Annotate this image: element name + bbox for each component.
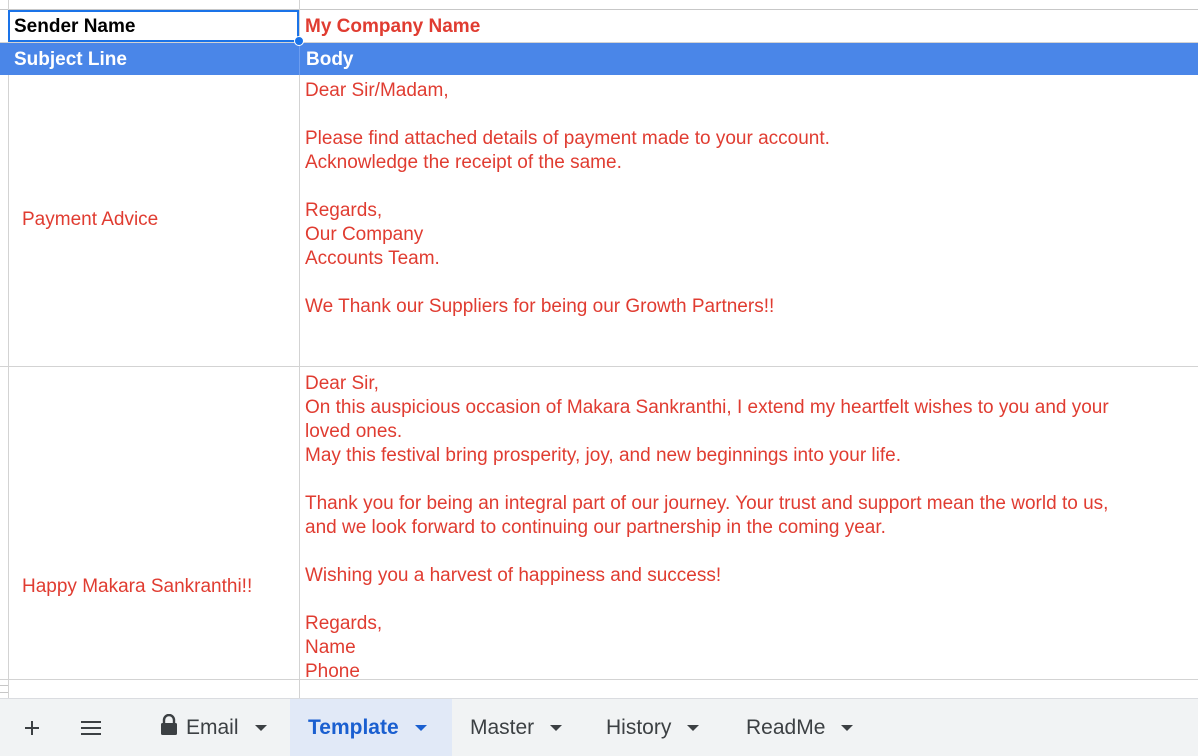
chevron-down-icon[interactable]: [550, 724, 563, 731]
spreadsheet-grid: Sender Name My Company Name Subject Line…: [0, 0, 1198, 698]
body-line: Regards,: [305, 200, 383, 221]
body-header: Body: [306, 49, 354, 70]
lock-icon: [160, 713, 178, 742]
subject-line-header-cell[interactable]: Subject Line: [8, 43, 299, 75]
body-line: Phone: [305, 661, 360, 682]
tab-label: Email: [186, 715, 239, 739]
tab-label: Template: [308, 715, 399, 739]
body-line: Wishing you a harvest of happiness and s…: [305, 565, 722, 586]
chevron-down-icon[interactable]: [414, 724, 427, 731]
gutter-tick: [0, 692, 8, 693]
body-line: May this festival bring prosperity, joy,…: [305, 445, 901, 466]
sender-value: My Company Name: [305, 16, 481, 37]
column-header-strip: [0, 0, 1198, 10]
chevron-down-icon[interactable]: [841, 724, 854, 731]
subject-line-header: Subject Line: [14, 49, 127, 70]
sender-value-cell[interactable]: My Company Name: [299, 10, 1198, 42]
body-text: Dear Sir, On this auspicious occasion of…: [305, 372, 1185, 684]
all-sheets-button[interactable]: [72, 699, 110, 756]
body-line: [305, 103, 1185, 127]
subject-cell[interactable]: Payment Advice: [8, 75, 299, 366]
subject-text: Happy Makara Sankranthi!!: [22, 576, 253, 597]
table-row: Payment Advice Dear Sir/Madam, Please fi…: [0, 75, 1198, 367]
gutter-tick: [0, 685, 8, 686]
sender-label: Sender Name: [14, 16, 136, 37]
body-line: Accounts Team.: [305, 248, 440, 269]
subject-cell[interactable]: Happy Makara Sankranthi!!: [8, 367, 299, 679]
body-line: Our Company: [305, 224, 424, 245]
tab-template[interactable]: Template: [290, 699, 452, 756]
tab-master[interactable]: Master: [456, 699, 590, 756]
sender-row: Sender Name My Company Name: [0, 10, 1198, 43]
body-line: Acknowledge the receipt of the same.: [305, 152, 622, 173]
body-line: [305, 175, 1185, 199]
columns-header-row: Subject Line Body: [0, 43, 1198, 75]
tab-readme[interactable]: ReadMe: [732, 699, 872, 756]
table-row: Happy Makara Sankranthi!! Dear Sir, On t…: [0, 367, 1198, 682]
tab-label: History: [606, 715, 672, 739]
tab-label: ReadMe: [746, 715, 826, 739]
body-line: [305, 468, 1185, 492]
body-line: loved ones.: [305, 421, 403, 442]
body-line: Regards,: [305, 613, 383, 634]
tab-email[interactable]: Email: [146, 699, 288, 756]
tab-history[interactable]: History: [592, 699, 728, 756]
body-line: Thank you for being an integral part of …: [305, 493, 1109, 514]
chevron-down-icon[interactable]: [687, 724, 700, 731]
body-line: Dear Sir,: [305, 373, 379, 394]
chevron-down-icon[interactable]: [254, 724, 267, 731]
sheet-tab-bar: Email Template Master History ReadMe: [0, 698, 1198, 756]
body-line: We Thank our Suppliers for being our Gro…: [305, 296, 775, 317]
plus-icon: [25, 720, 39, 735]
body-line: [305, 271, 1185, 295]
selection-fill-handle[interactable]: [294, 36, 304, 46]
body-line: On this auspicious occasion of Makara Sa…: [305, 397, 1109, 418]
body-line: Dear Sir/Madam,: [305, 80, 449, 101]
tab-label: Master: [470, 715, 535, 739]
body-text: Dear Sir/Madam, Please find attached det…: [305, 79, 1185, 319]
body-line: and we look forward to continuing our pa…: [305, 517, 886, 538]
body-line: [305, 588, 1185, 612]
list-icon: [81, 720, 101, 735]
sender-label-cell[interactable]: Sender Name: [8, 10, 299, 42]
body-line: Name: [305, 637, 356, 658]
body-line: [305, 540, 1185, 564]
body-header-cell[interactable]: Body: [299, 43, 1198, 75]
subject-text: Payment Advice: [22, 209, 159, 230]
body-line: Please find attached details of payment …: [305, 128, 830, 149]
add-sheet-button[interactable]: [14, 699, 50, 756]
